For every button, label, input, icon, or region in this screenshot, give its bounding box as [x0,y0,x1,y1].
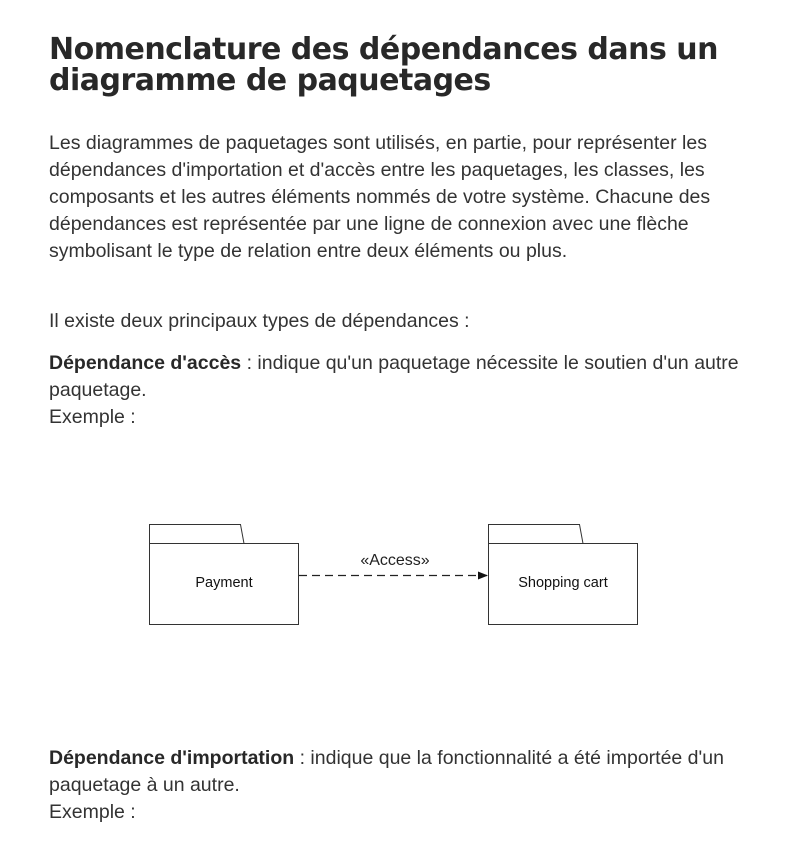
payment-package-label: Payment [195,575,252,591]
intro-paragraph: Les diagrammes de paquetages sont utilis… [49,132,711,262]
shopping-cart-package: Shopping cart [488,524,638,625]
access-example-label: Exemple : [49,406,136,428]
page-title: Nomenclature des dépendances dans un dia… [49,32,719,98]
access-dependency-diagram: Payment Shopping cart «Access» [139,515,649,640]
shopping-cart-package-tab [488,524,584,544]
import-dependency-definition: Dépendance d'importation : indique que l… [49,745,764,826]
import-example-label: Exemple : [49,801,136,823]
access-stereotype-label: «Access» [360,552,429,569]
payment-package: Payment [149,524,299,625]
access-dependency-term: Dépendance d'accès [49,352,242,374]
import-dependency-term: Dépendance d'importation [49,747,295,769]
dependency-types-intro: Il existe deux principaux types de dépen… [49,310,470,332]
shopping-cart-package-label: Shopping cart [518,575,607,591]
payment-package-tab [149,524,245,544]
access-dependency-definition: Dépendance d'accès : indique qu'un paque… [49,350,764,431]
